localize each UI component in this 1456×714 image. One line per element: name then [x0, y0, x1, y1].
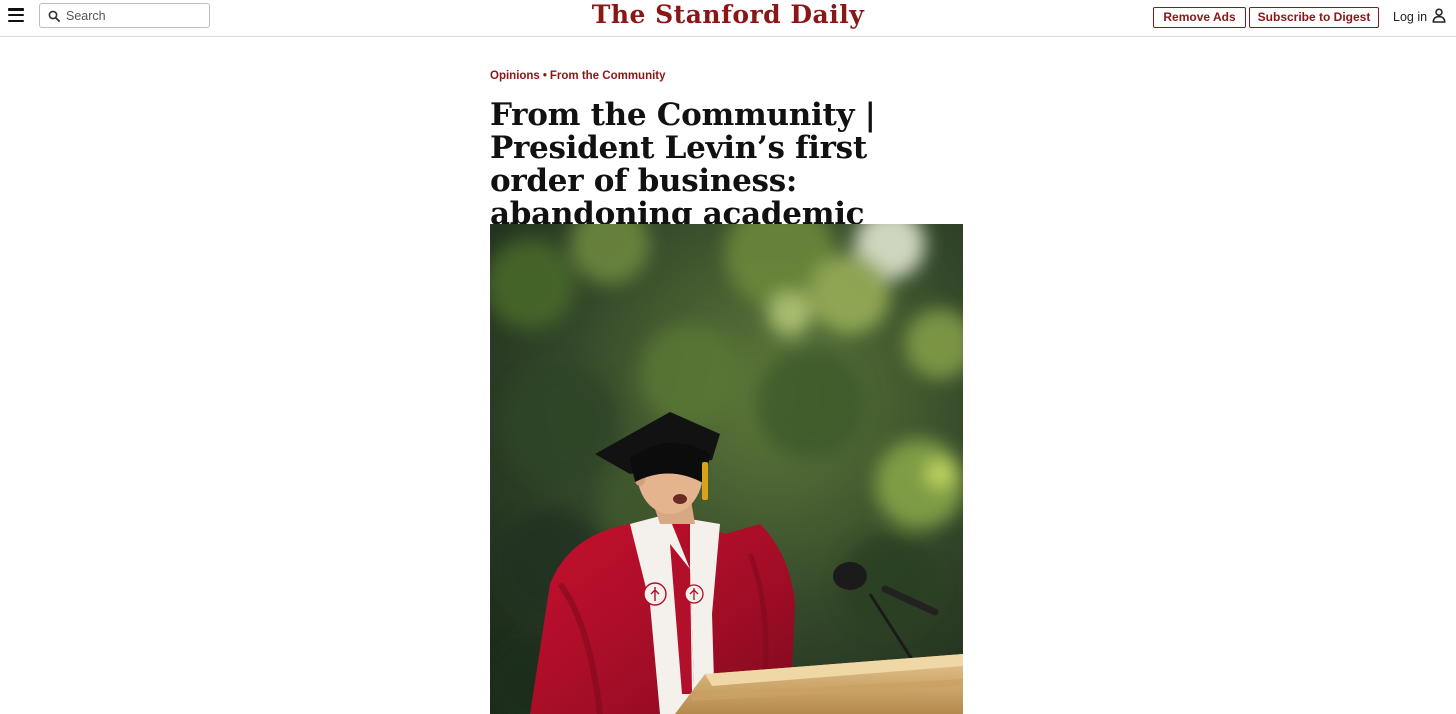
menu-icon[interactable]: [8, 8, 24, 22]
hero-illustration: [490, 224, 963, 714]
breadcrumb: Opinions • From the Community: [490, 70, 666, 86]
subscribe-digest-button[interactable]: Subscribe to Digest: [1249, 7, 1379, 28]
breadcrumb-section-link[interactable]: Opinions: [490, 70, 540, 82]
site-logo[interactable]: The Stanford Daily: [560, 0, 896, 33]
login-link[interactable]: Log in: [1393, 8, 1427, 26]
remove-ads-button[interactable]: Remove Ads: [1153, 7, 1246, 28]
search-input[interactable]: [66, 6, 206, 25]
breadcrumb-subsection-link[interactable]: From the Community: [550, 70, 666, 82]
search-box[interactable]: [39, 3, 210, 28]
hero-image: [490, 224, 963, 714]
breadcrumb-separator: •: [542, 70, 547, 82]
search-icon: [48, 10, 60, 22]
site-header: The Stanford Daily Remove Ads Subscribe …: [0, 0, 1456, 37]
user-icon[interactable]: [1432, 8, 1446, 23]
